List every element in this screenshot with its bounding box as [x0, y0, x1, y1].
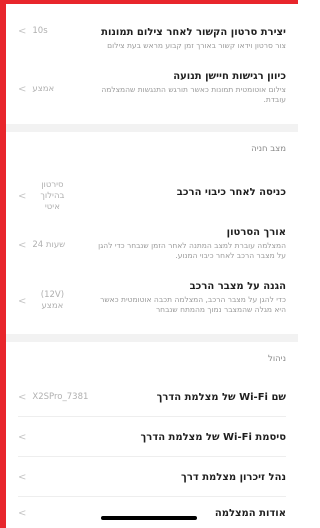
- chevron-left-icon: <: [18, 508, 27, 519]
- setting-title: שם Wi-Fi של מצלמת הדרך: [156, 392, 286, 403]
- setting-wifi-name[interactable]: < X2SPro_7381 שם Wi-Fi של מצלמת הדרך: [6, 392, 298, 403]
- setting-value-area: < 10s: [6, 26, 98, 37]
- chevron-left-icon: <: [18, 84, 27, 95]
- setting-title: נהל זיכרון מצלמת דרך: [181, 472, 286, 483]
- setting-value-area: < אמצע: [6, 84, 98, 95]
- setting-manage-memory[interactable]: < נהל זיכרון מצלמת דרך: [6, 472, 298, 483]
- setting-value: 24 שעות: [32, 240, 66, 250]
- chevron-left-icon: <: [18, 240, 27, 251]
- setting-value: סירטון בהילוך איטי: [40, 180, 65, 212]
- section-separator: [6, 124, 298, 132]
- row-divider: [18, 496, 286, 497]
- settings-list: < 10s יצירת סרטון הקשור לאחר צילום תמונו…: [6, 4, 298, 528]
- setting-value-area: < סירטון בהילוך איטי: [6, 180, 98, 213]
- setting-video-length[interactable]: < 24 שעות אורך הסרטון המצלמה עוברת למצב …: [6, 226, 298, 261]
- setting-battery-protection[interactable]: < (12V) אמצע הגנה על מצבר הרכב כדי להגן …: [6, 280, 298, 315]
- setting-value: 10s: [32, 26, 48, 36]
- setting-title: אורך הסרטון: [226, 227, 286, 238]
- setting-title: יצירת סרטון הקשור לאחר צילום תמונות: [101, 27, 286, 38]
- chevron-left-icon: <: [18, 472, 27, 483]
- section-header-parking: מצב חניה: [251, 144, 286, 154]
- setting-value: אמצע: [32, 84, 55, 94]
- setting-value-area: <: [6, 432, 98, 443]
- setting-description: צור סרטון וידאו קשור באורך זמן קבוע מראש…: [107, 41, 286, 50]
- setting-title: סיסמת Wi-Fi של מצלמת הדרך: [140, 432, 286, 443]
- home-indicator: [101, 516, 197, 520]
- chevron-left-icon: <: [18, 26, 27, 37]
- setting-motion-sensitivity[interactable]: < אמצע כיוון רגישות חיישן תנועה צילום או…: [6, 70, 298, 105]
- setting-title: כניסה לאחר כיבוי הרכב: [176, 187, 286, 198]
- row-divider: [18, 456, 286, 457]
- setting-value-area: <: [6, 508, 98, 519]
- row-divider: [18, 416, 286, 417]
- chevron-left-icon: <: [18, 392, 27, 403]
- setting-parking-entry[interactable]: < סירטון בהילוך איטי כניסה לאחר כיבוי הר…: [6, 180, 298, 213]
- setting-value: (12V) אמצע: [40, 290, 65, 311]
- chevron-left-icon: <: [18, 432, 27, 443]
- setting-title: כיוון רגישות חיישן תנועה: [173, 71, 286, 82]
- setting-value-area: <: [6, 472, 98, 483]
- setting-wifi-password[interactable]: < סיסמת Wi-Fi של מצלמת הדרך: [6, 432, 298, 443]
- setting-description: כדי להגן על מצבר הרכב, המצלמה תכבה אוטומ…: [100, 295, 286, 314]
- setting-value: X2SPro_7381: [32, 392, 89, 402]
- setting-description: צילום אוטומטית תמונות כאשר תורגש התנגשות…: [101, 85, 286, 104]
- setting-description: המצלמה עוברת למצב המתנה לאחר הזמן שנבחר …: [98, 241, 286, 260]
- section-separator: [6, 334, 298, 342]
- setting-title: הגנה על מצבר הרכב: [189, 281, 286, 292]
- setting-value-area: < (12V) אמצע: [6, 290, 98, 312]
- section-header-management: ניהול: [267, 354, 286, 364]
- setting-value-area: < X2SPro_7381: [6, 392, 118, 403]
- chevron-left-icon: <: [18, 295, 27, 307]
- setting-linked-video[interactable]: < 10s יצירת סרטון הקשור לאחר צילום תמונו…: [6, 26, 298, 51]
- setting-value-area: < 24 שעות: [6, 240, 98, 251]
- chevron-left-icon: <: [18, 191, 27, 202]
